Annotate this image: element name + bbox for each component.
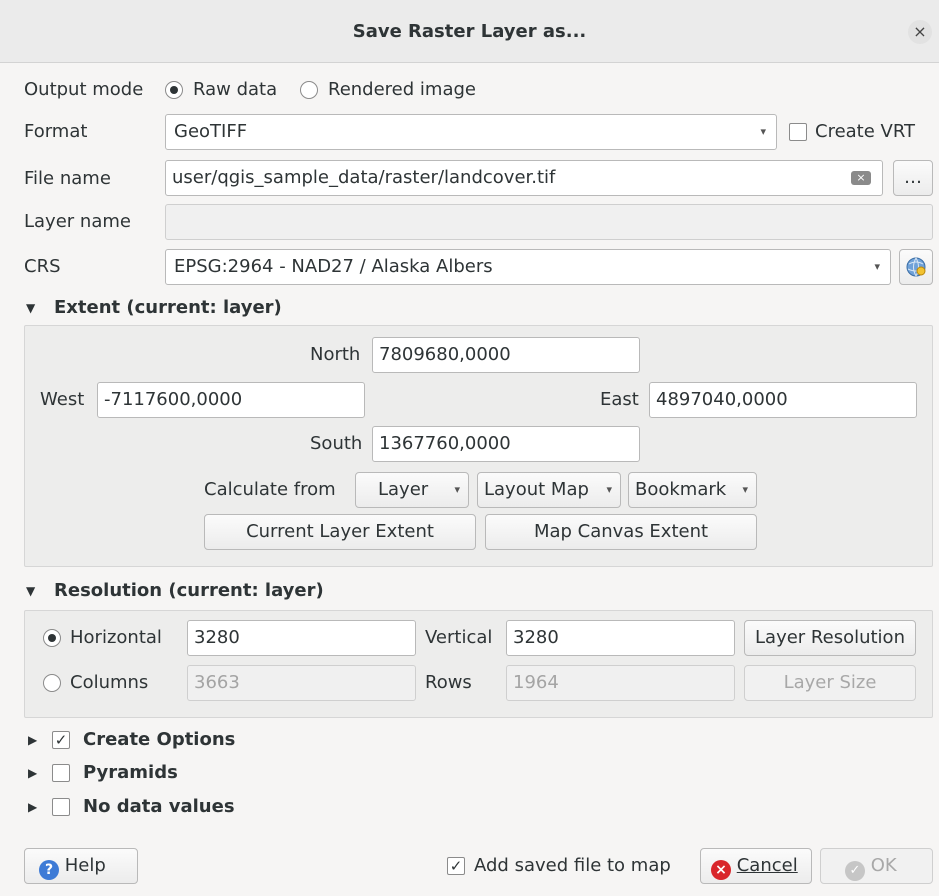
crs-label: CRS xyxy=(24,256,61,277)
ok-icon: ✓ xyxy=(845,861,865,881)
east-label: East xyxy=(600,389,639,410)
south-label: South xyxy=(310,433,363,454)
map-canvas-extent-button[interactable]: Map Canvas Extent xyxy=(485,514,757,550)
file-name-value: user/qgis_sample_data/raster/landcover.t… xyxy=(172,167,556,188)
format-value: GeoTIFF xyxy=(174,121,248,142)
create-options-expand-icon[interactable]: ▶ xyxy=(28,728,37,752)
calculate-from-label: Calculate from xyxy=(204,479,336,500)
extent-header[interactable]: Extent (current: layer) xyxy=(54,296,282,320)
columns-radio[interactable] xyxy=(43,674,61,692)
horizontal-value: 3280 xyxy=(194,627,240,648)
file-name-input[interactable]: user/qgis_sample_data/raster/landcover.t… xyxy=(165,160,883,196)
output-mode-label: Output mode xyxy=(24,79,144,100)
chevron-down-icon: ▾ xyxy=(742,483,748,496)
horizontal-input[interactable]: 3280 xyxy=(187,620,416,656)
columns-value: 3663 xyxy=(194,672,240,693)
vertical-value: 3280 xyxy=(513,627,559,648)
help-icon: ? xyxy=(39,860,59,880)
ok-button[interactable]: ✓ OK xyxy=(820,848,933,884)
dialog-title: Save Raster Layer as... xyxy=(352,21,587,42)
chevron-down-icon: ▾ xyxy=(760,125,766,138)
layer-name-input[interactable] xyxy=(165,204,933,240)
clear-icon[interactable]: × xyxy=(851,171,871,185)
cancel-button[interactable]: × Cancel xyxy=(700,848,812,884)
rows-value: 1964 xyxy=(513,672,559,693)
help-button[interactable]: ? Help xyxy=(24,848,138,884)
format-select[interactable]: GeoTIFF ▾ xyxy=(165,114,777,150)
current-layer-extent-label: Current Layer Extent xyxy=(246,521,434,542)
west-label: West xyxy=(40,389,85,410)
layer-resolution-label: Layer Resolution xyxy=(755,627,905,648)
horizontal-radio[interactable] xyxy=(43,629,61,647)
add-saved-label[interactable]: Add saved file to map xyxy=(474,854,671,878)
raw-data-label[interactable]: Raw data xyxy=(193,78,277,102)
raw-data-radio[interactable] xyxy=(165,81,183,99)
layer-size-label: Layer Size xyxy=(783,672,877,693)
layer-resolution-button[interactable]: Layer Resolution xyxy=(744,620,916,656)
cancel-label: Cancel xyxy=(736,855,798,876)
no-data-checkbox[interactable] xyxy=(52,798,70,816)
globe-icon xyxy=(906,257,926,277)
chevron-down-icon: ▾ xyxy=(874,260,880,273)
south-value: 1367760,0000 xyxy=(379,433,511,454)
bookmark-button-label: Bookmark xyxy=(635,479,727,500)
crs-select[interactable]: EPSG:2964 - NAD27 / Alaska Albers ▾ xyxy=(165,249,891,285)
browse-button[interactable]: … xyxy=(893,160,933,196)
layout-map-dropdown-button[interactable]: Layout Map ▾ xyxy=(477,472,621,508)
north-value: 7809680,0000 xyxy=(379,344,511,365)
rows-input[interactable]: 1964 xyxy=(506,665,735,701)
layer-name-label: Layer name xyxy=(24,211,131,232)
ok-label: OK xyxy=(870,855,897,876)
pyramids-expand-icon[interactable]: ▶ xyxy=(28,761,37,785)
layout-map-button-label: Layout Map xyxy=(484,479,589,500)
horizontal-label[interactable]: Horizontal xyxy=(70,626,162,650)
no-data-expand-icon[interactable]: ▶ xyxy=(28,795,37,819)
resolution-header[interactable]: Resolution (current: layer) xyxy=(54,579,324,603)
close-icon: × xyxy=(913,22,927,41)
create-vrt-label[interactable]: Create VRT xyxy=(815,120,915,144)
rows-label: Rows xyxy=(425,672,472,693)
chevron-down-icon: ▾ xyxy=(606,483,612,496)
cancel-icon: × xyxy=(711,860,731,880)
rendered-image-label[interactable]: Rendered image xyxy=(328,78,476,102)
pyramids-label[interactable]: Pyramids xyxy=(83,761,178,785)
add-saved-checkbox[interactable]: ✓ xyxy=(447,857,465,875)
file-name-label: File name xyxy=(24,168,111,189)
format-label: Format xyxy=(24,121,88,142)
close-button[interactable]: × xyxy=(908,20,932,44)
chevron-down-icon: ▾ xyxy=(454,483,460,496)
vertical-input[interactable]: 3280 xyxy=(506,620,735,656)
layer-button-label: Layer xyxy=(378,479,429,500)
create-options-label[interactable]: Create Options xyxy=(83,728,235,752)
east-input[interactable]: 4897040,0000 xyxy=(649,382,917,418)
columns-input[interactable]: 3663 xyxy=(187,665,416,701)
extent-collapse-icon[interactable]: ▼ xyxy=(26,296,35,320)
west-value: -7117600,0000 xyxy=(104,389,243,410)
current-layer-extent-button[interactable]: Current Layer Extent xyxy=(204,514,476,550)
west-input[interactable]: -7117600,0000 xyxy=(97,382,365,418)
bookmark-dropdown-button[interactable]: Bookmark ▾ xyxy=(628,472,757,508)
create-vrt-checkbox[interactable] xyxy=(789,123,807,141)
crs-selector-button[interactable] xyxy=(899,249,933,285)
layer-size-button[interactable]: Layer Size xyxy=(744,665,916,701)
north-label: North xyxy=(310,344,361,365)
create-options-checkbox[interactable]: ✓ xyxy=(52,731,70,749)
vertical-label: Vertical xyxy=(425,627,493,648)
east-value: 4897040,0000 xyxy=(656,389,788,410)
columns-label[interactable]: Columns xyxy=(70,671,148,695)
help-label: Help xyxy=(64,855,106,876)
layer-dropdown-button[interactable]: Layer ▾ xyxy=(355,472,469,508)
resolution-collapse-icon[interactable]: ▼ xyxy=(26,579,35,603)
browse-button-label: … xyxy=(904,167,922,188)
crs-value: EPSG:2964 - NAD27 / Alaska Albers xyxy=(174,256,493,277)
pyramids-checkbox[interactable] xyxy=(52,764,70,782)
map-canvas-extent-label: Map Canvas Extent xyxy=(533,521,709,542)
no-data-label[interactable]: No data values xyxy=(83,795,235,819)
rendered-image-radio[interactable] xyxy=(300,81,318,99)
south-input[interactable]: 1367760,0000 xyxy=(372,426,640,462)
north-input[interactable]: 7809680,0000 xyxy=(372,337,640,373)
